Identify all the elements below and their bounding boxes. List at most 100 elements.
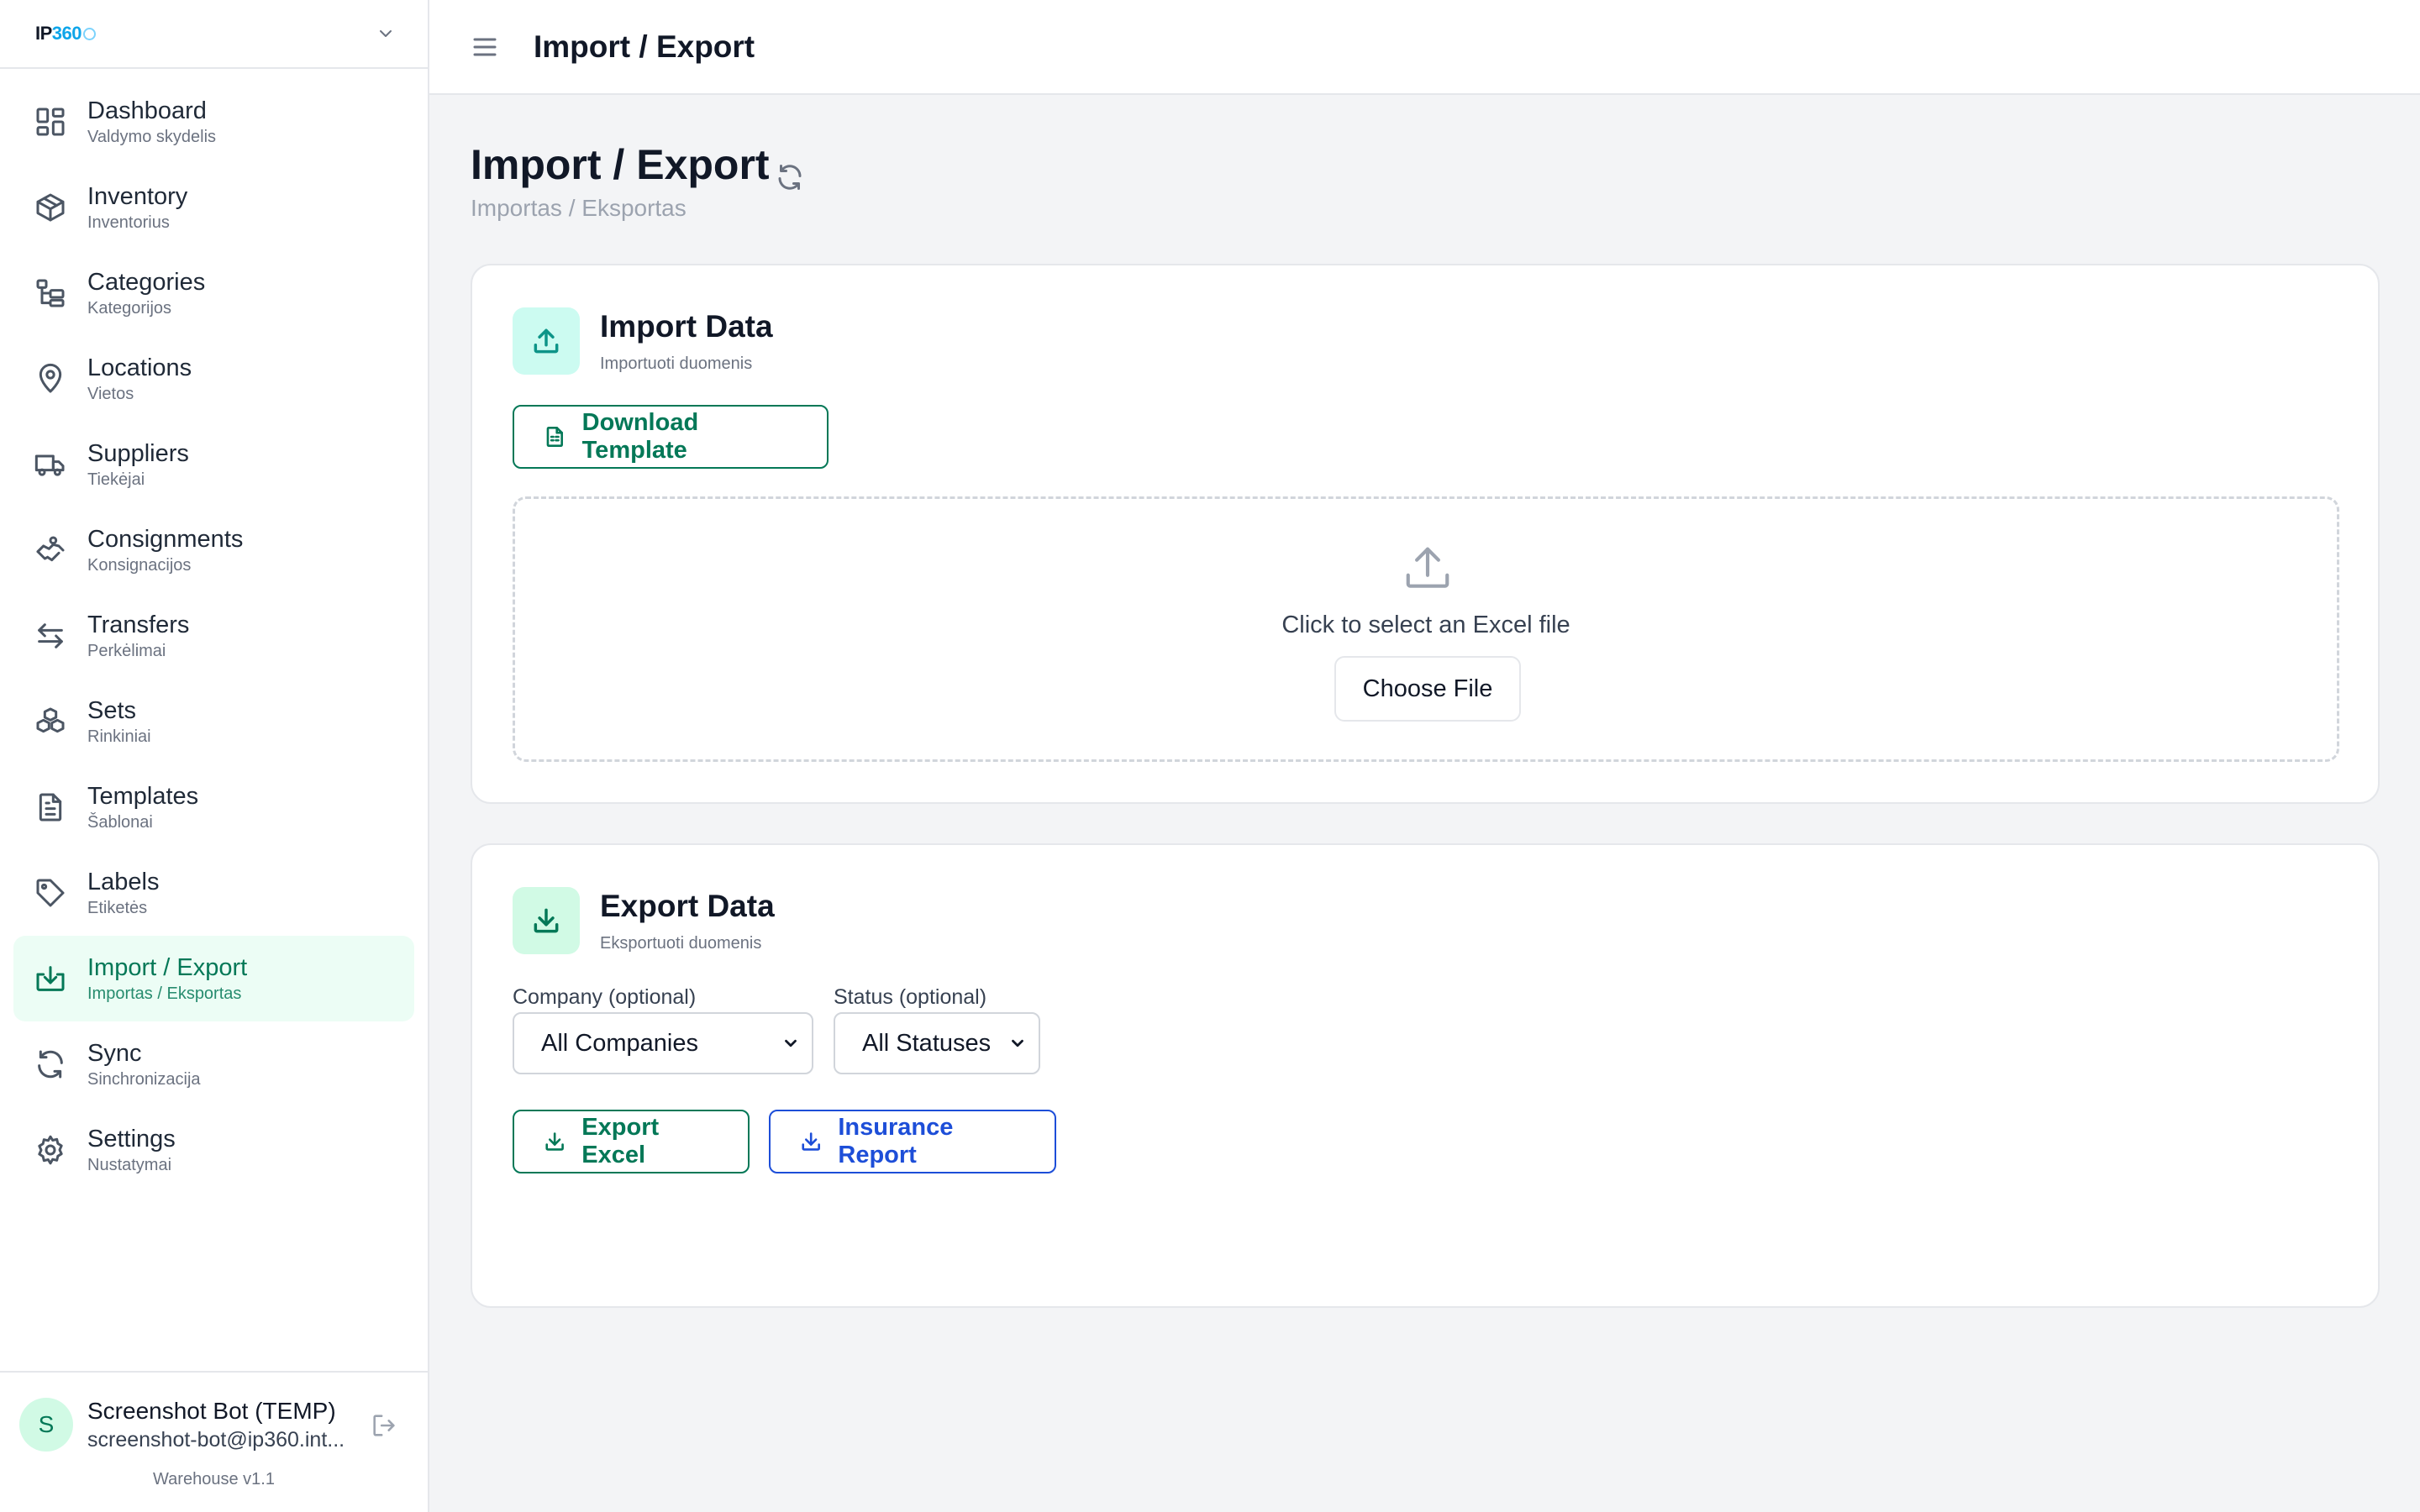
sidebar-item-categories[interactable]: Categories Kategorijos <box>13 250 414 336</box>
logo-text-ip: IP <box>35 23 52 44</box>
user-name: Screenshot Bot (TEMP) <box>87 1398 336 1424</box>
sidebar-item-label: Transfers <box>87 612 190 638</box>
sidebar-item-sublabel: Etiketės <box>87 899 148 917</box>
sidebar-item-templates[interactable]: Templates Šablonai <box>13 764 414 850</box>
download-template-button[interactable]: Download Template <box>513 405 829 469</box>
sidebar-item-sublabel: Valdymo skydelis <box>87 128 217 146</box>
sidebar-nav: Dashboard Valdymo skydelis Inventory Inven… <box>0 69 428 1193</box>
sidebar-item-label: Locations <box>87 354 192 381</box>
user-profile: S Screenshot Bot (TEMP) screenshot-bot@i… <box>0 1371 428 1512</box>
sidebar-item-label: Settings <box>87 1126 176 1152</box>
sidebar-item-consignments[interactable]: Consignments Konsignacijos <box>13 507 414 593</box>
box-icon <box>34 191 67 224</box>
export-card-title: Export Data <box>600 889 775 923</box>
arrows-left-right-icon <box>34 619 67 653</box>
chevron-down-icon[interactable] <box>376 24 396 44</box>
sidebar-item-transfers[interactable]: Transfers Perkėlimai <box>13 593 414 679</box>
boxes-icon <box>34 705 67 738</box>
status-select[interactable]: All Statuses <box>834 1012 1040 1074</box>
sidebar-item-label: Inventory <box>87 183 188 210</box>
sidebar-item-label: Suppliers <box>87 440 189 467</box>
sidebar-item-sublabel: Rinkiniai <box>87 727 151 746</box>
download-template-label: Download Template <box>581 409 699 464</box>
download-icon <box>545 1132 564 1151</box>
upload-icon <box>513 307 580 375</box>
page-title: Import / Export <box>471 141 770 188</box>
sidebar-item-sublabel: Tiekėjai <box>87 470 145 489</box>
company-select-value: All Companies <box>541 1029 698 1057</box>
sidebar-item-sublabel: Sinchronizacija <box>87 1070 201 1089</box>
import-card-title: Import Data <box>600 309 773 344</box>
choose-file-button[interactable]: Choose File <box>1334 656 1521 722</box>
sync-icon <box>34 1047 67 1081</box>
insurance-report-label: Insurance Report <box>838 1114 954 1168</box>
tag-icon <box>34 876 67 910</box>
download-icon <box>802 1132 820 1151</box>
logout-icon[interactable] <box>370 1411 398 1440</box>
status-field-label: Status (optional) <box>834 985 987 1009</box>
import-data-card: Import Data Importuoti duomenis Download… <box>471 264 2380 804</box>
sidebar-item-label: Templates <box>87 783 199 810</box>
sidebar-item-label: Dashboard <box>87 97 207 124</box>
brand-header[interactable]: IP 360 <box>0 0 428 69</box>
download-icon <box>513 887 580 954</box>
hierarchy-icon <box>34 276 67 310</box>
dashboard-grid-icon <box>34 105 67 139</box>
sidebar-item-sets[interactable]: Sets Rinkiniai <box>13 679 414 764</box>
sidebar-item-inventory[interactable]: Inventory Inventorius <box>13 165 414 250</box>
sidebar-item-sublabel: Vietos <box>87 385 134 403</box>
upload-tray-icon <box>1406 547 1449 588</box>
file-dropzone[interactable]: Click to select an Excel file Choose Fil… <box>513 496 2339 762</box>
chevron-down-icon <box>785 1039 797 1047</box>
sidebar-item-sublabel: Nustatymai <box>87 1156 172 1174</box>
logo: IP 360 <box>35 23 97 45</box>
import-export-icon <box>34 962 67 995</box>
sidebar-item-labels[interactable]: Labels Etiketės <box>13 850 414 936</box>
sidebar-item-label: Labels <box>87 869 160 895</box>
refresh-icon[interactable] <box>775 162 805 192</box>
top-bar: Import / Export <box>429 0 2420 95</box>
sidebar: IP 360 Dashboard Valdymo skydelis Inventor… <box>0 0 429 1512</box>
top-bar-title: Import / Export <box>534 29 755 64</box>
status-select-value: All Statuses <box>862 1029 992 1057</box>
sidebar-item-label: Sets <box>87 697 137 724</box>
page-subtitle: Importas / Eksportas <box>471 195 687 221</box>
export-excel-label: Export Excel <box>581 1114 660 1168</box>
import-card-subtitle: Importuoti duomenis <box>600 354 753 373</box>
export-card-subtitle: Eksportuoti duomenis <box>600 934 762 953</box>
sidebar-item-settings[interactable]: Settings Nustatymai <box>13 1107 414 1193</box>
avatar[interactable]: S <box>19 1398 73 1452</box>
sidebar-item-dashboard[interactable]: Dashboard Valdymo skydelis <box>13 79 414 165</box>
gear-icon <box>34 1133 67 1167</box>
export-data-card: Export Data Eksportuoti duomenis Company… <box>471 843 2380 1308</box>
user-email: screenshot-bot@ip360.int... <box>87 1428 345 1452</box>
sidebar-item-import-export[interactable]: Import / Export Importas / Eksportas <box>13 936 414 1021</box>
sidebar-item-label: Import / Export <box>87 954 248 981</box>
sidebar-item-label: Categories <box>87 269 206 296</box>
sidebar-item-label: Consignments <box>87 526 244 553</box>
truck-icon <box>34 448 67 481</box>
sidebar-item-sublabel: Inventorius <box>87 213 170 232</box>
dropzone-text: Click to select an Excel file <box>1281 612 1570 638</box>
map-pin-icon <box>34 362 67 396</box>
page-header: Import / Export Importas / Eksportas <box>471 139 770 224</box>
sidebar-item-sublabel: Kategorijos <box>87 299 172 318</box>
sidebar-item-locations[interactable]: Locations Vietos <box>13 336 414 422</box>
sidebar-item-suppliers[interactable]: Suppliers Tiekėjai <box>13 422 414 507</box>
chevron-down-icon <box>1012 1039 1023 1047</box>
export-excel-button[interactable]: Export Excel <box>513 1110 750 1173</box>
spreadsheet-file-icon <box>546 426 563 448</box>
sidebar-item-sublabel: Perkėlimai <box>87 642 166 660</box>
sidebar-item-sublabel: Konsignacijos <box>87 556 192 575</box>
insurance-report-button[interactable]: Insurance Report <box>769 1110 1056 1173</box>
company-select[interactable]: All Companies <box>513 1012 813 1074</box>
company-field-label: Company (optional) <box>513 985 697 1009</box>
sidebar-item-label: Sync <box>87 1040 142 1067</box>
sidebar-item-sublabel: Šablonai <box>87 813 153 832</box>
hamburger-menu-icon[interactable] <box>470 32 500 62</box>
document-icon <box>34 790 67 824</box>
handshake-icon <box>34 533 67 567</box>
sidebar-item-sync[interactable]: Sync Sinchronizacija <box>13 1021 414 1107</box>
sidebar-item-sublabel: Importas / Eksportas <box>87 984 242 1003</box>
logo-text-360: 360 <box>51 23 82 44</box>
